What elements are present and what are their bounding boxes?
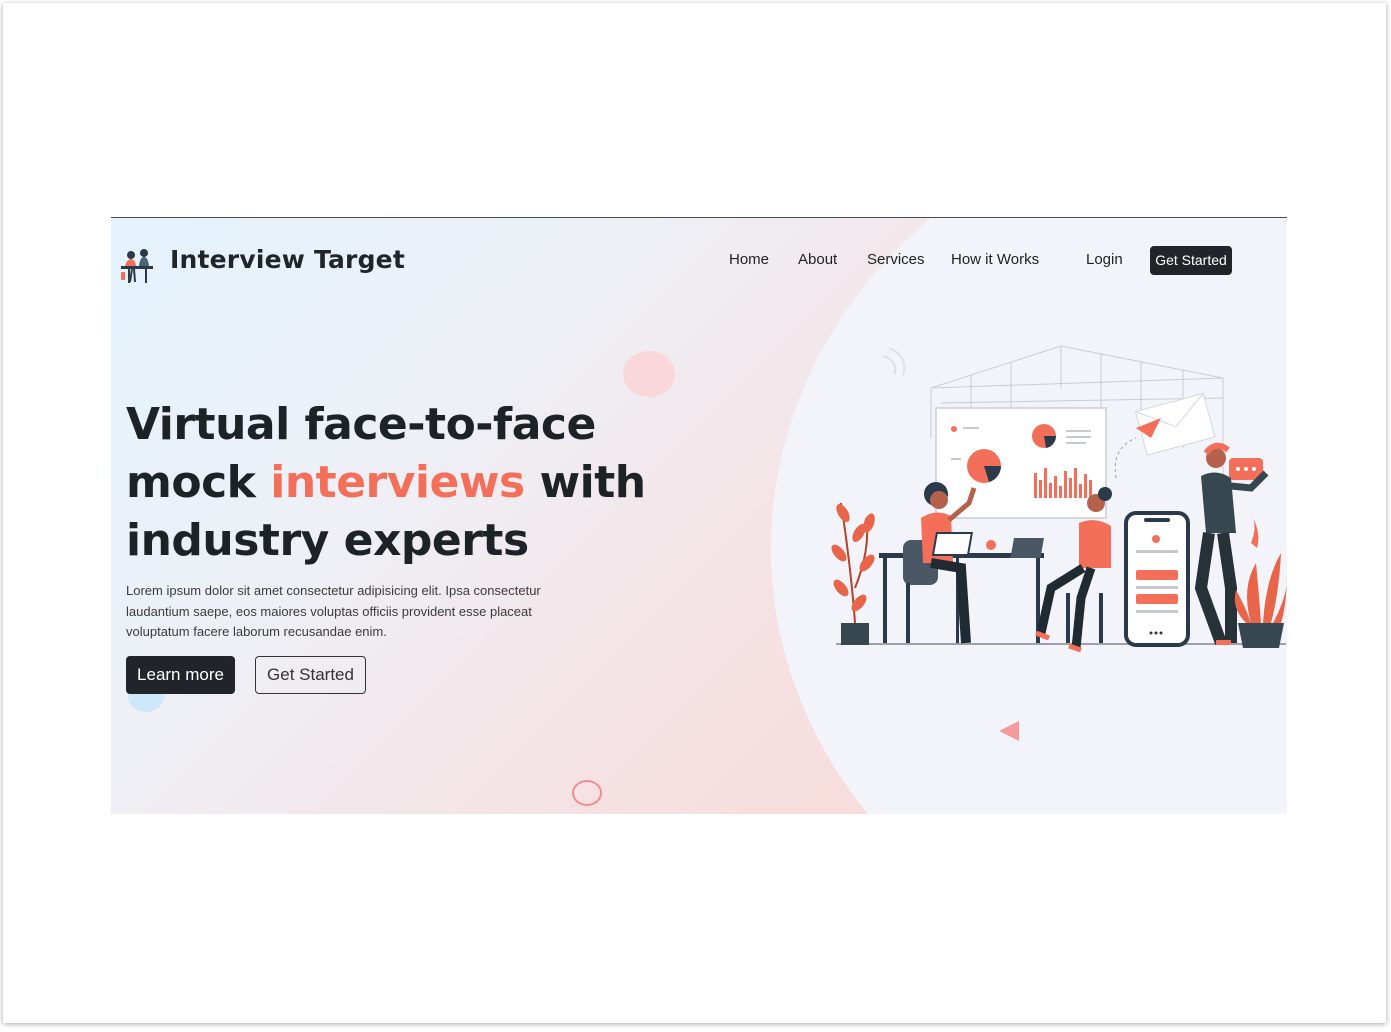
headline-mock: mock — [126, 457, 256, 508]
nav-how-it-works[interactable]: How it Works — [951, 251, 1039, 268]
nav-get-started-button[interactable]: Get Started — [1150, 246, 1232, 275]
nav-login[interactable]: Login — [1086, 251, 1123, 268]
brand-name[interactable]: Interview Target — [170, 245, 405, 274]
hero-headline: Virtual face-to-face mock interviews wit… — [126, 396, 686, 570]
window-frame: Interview Target Home About Services How… — [3, 3, 1386, 1023]
headline-accent-word: interviews — [270, 457, 525, 508]
hero-get-started-button[interactable]: Get Started — [255, 656, 366, 694]
triangle-decoration — [999, 721, 1019, 741]
learn-more-button[interactable]: Learn more — [126, 656, 235, 694]
team-meeting-illustration-icon — [811, 328, 1287, 668]
headline-line-3: industry experts — [126, 515, 529, 566]
nav-services[interactable]: Services — [867, 251, 925, 268]
nav-home[interactable]: Home — [729, 251, 769, 268]
headline-line-1: Virtual face-to-face — [126, 399, 596, 450]
landing-page: Interview Target Home About Services How… — [111, 217, 1287, 814]
ring-decoration — [572, 780, 602, 806]
headline-with: with — [539, 457, 647, 508]
brand-logo-icon[interactable] — [118, 246, 158, 286]
hero-description: Lorem ipsum dolor sit amet consectetur a… — [126, 583, 541, 639]
nav-about[interactable]: About — [798, 251, 837, 268]
pink-circle-decoration — [623, 351, 675, 397]
